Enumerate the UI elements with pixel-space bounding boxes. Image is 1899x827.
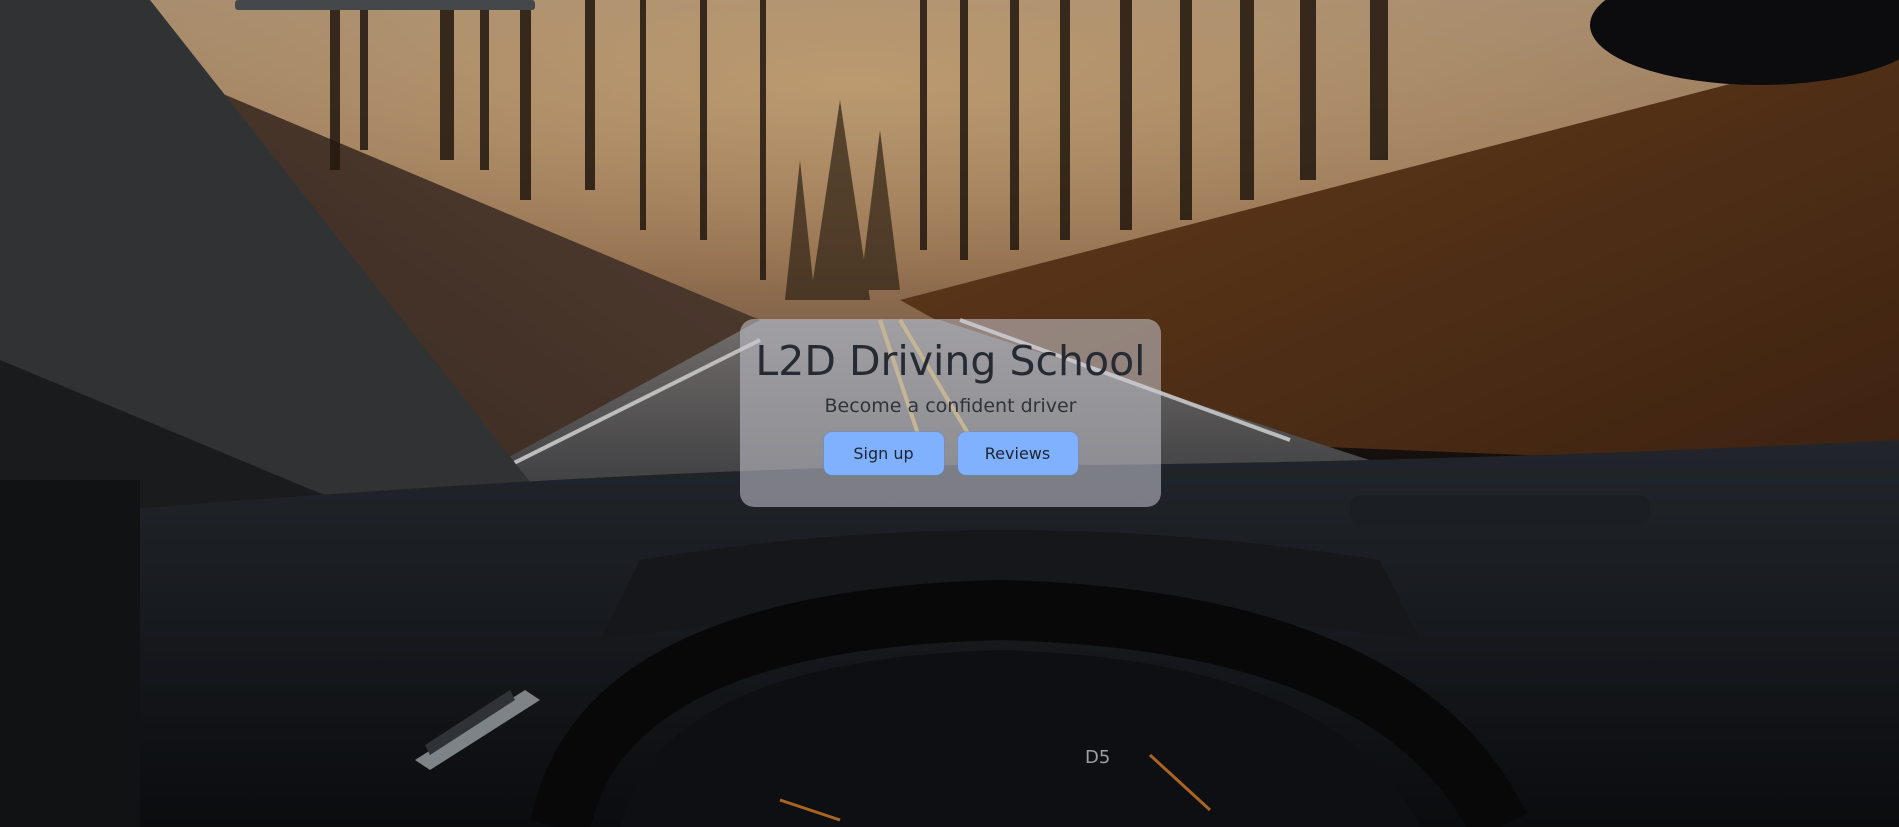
hero-card: L2D Driving School Become a confident dr… (740, 319, 1161, 507)
reviews-button[interactable]: Reviews (957, 432, 1078, 475)
page-title: L2D Driving School (755, 337, 1146, 385)
hero-subtitle: Become a confident driver (824, 395, 1077, 417)
hero-actions: Sign up Reviews (740, 432, 1161, 475)
hero-section: D5 L2D Driving School Become a confident… (0, 0, 1899, 827)
signup-button[interactable]: Sign up (823, 432, 944, 475)
